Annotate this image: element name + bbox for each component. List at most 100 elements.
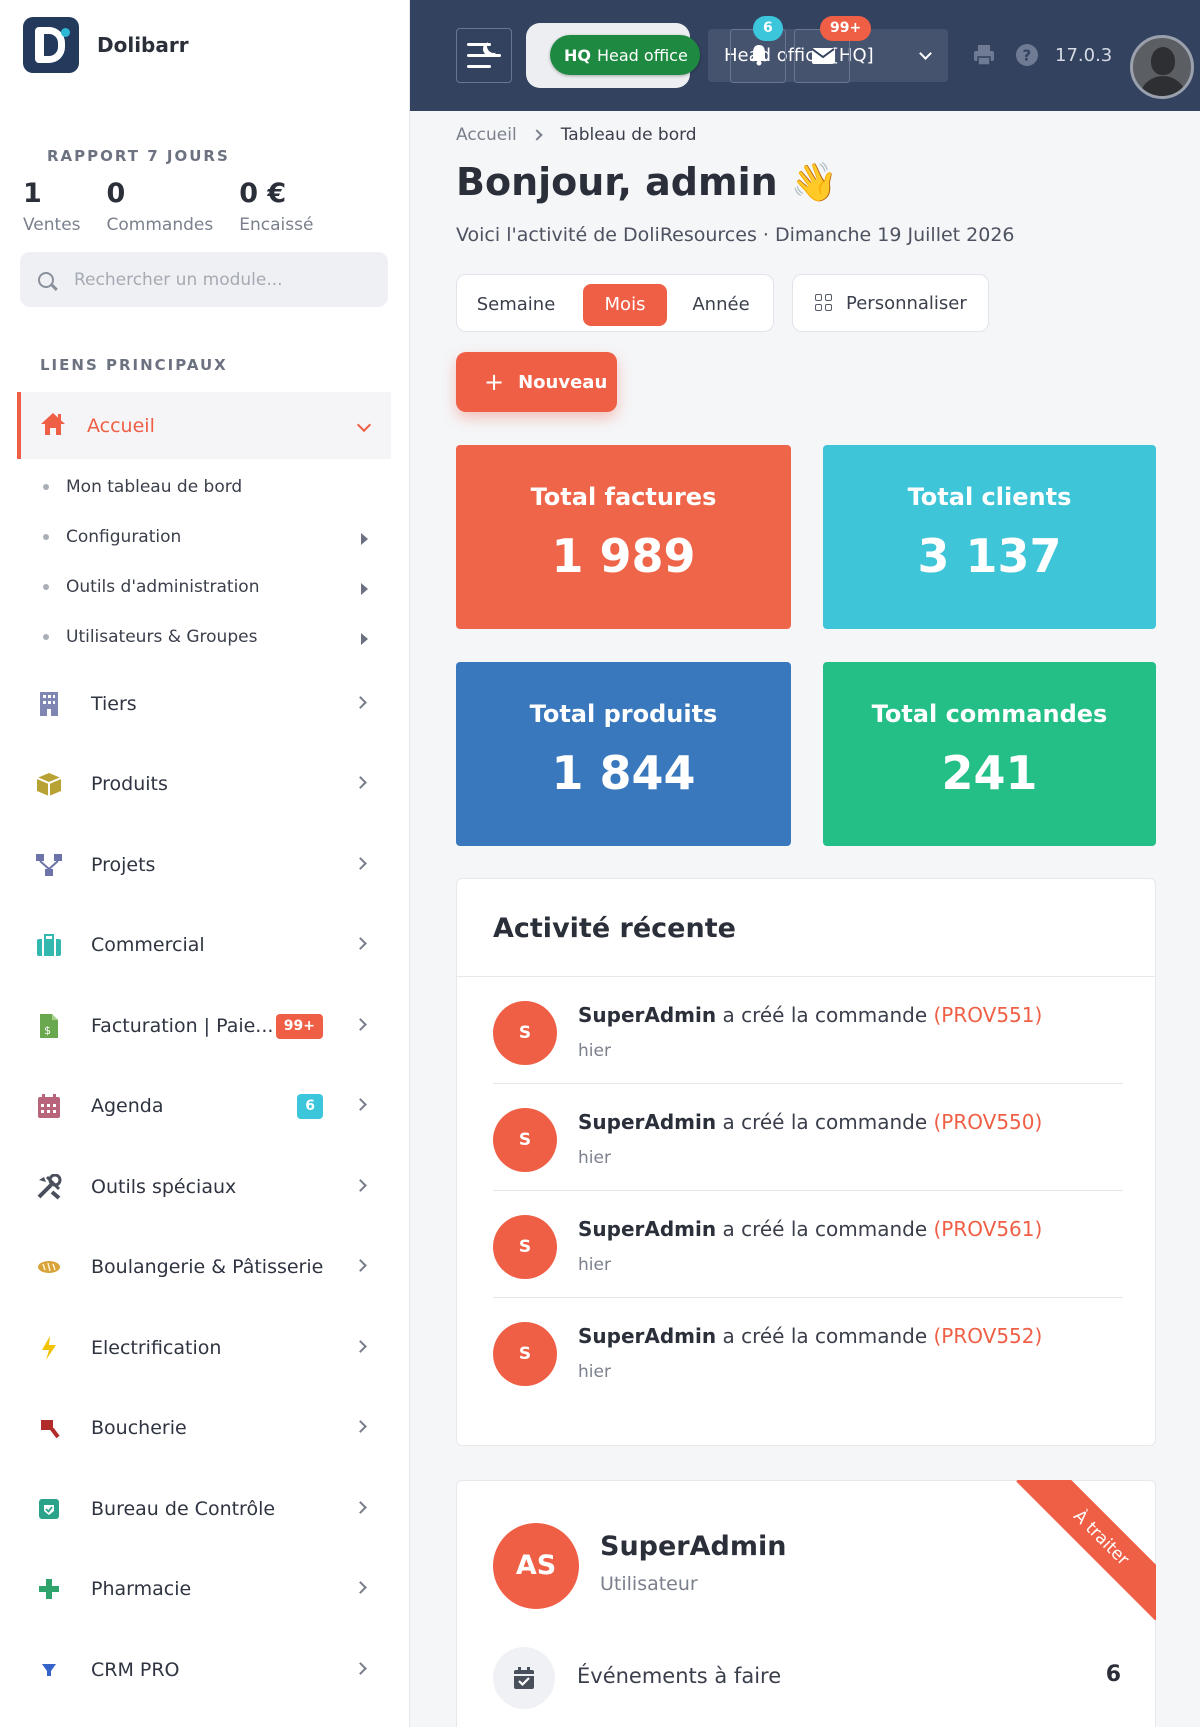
chevron-down-icon xyxy=(919,47,932,60)
period-semaine-button[interactable]: Semaine xyxy=(469,284,563,326)
todo-events-label[interactable]: Événements à faire xyxy=(577,1664,781,1688)
sidebar-item-bureau-controle[interactable]: Bureau de Contrôle xyxy=(35,1489,375,1529)
stat-label: Encaissé xyxy=(239,215,314,235)
chevron-right-icon xyxy=(354,1340,367,1353)
sidebar-item-label: Bureau de Contrôle xyxy=(91,1498,276,1520)
chevron-right-icon xyxy=(354,1501,367,1514)
sidebar-item-boulangerie[interactable]: Boulangerie & Pâtisserie xyxy=(35,1247,375,1287)
brand[interactable]: Dolibarr xyxy=(23,17,189,73)
subitem-label: Outils d'administration xyxy=(66,577,260,597)
sidebar-item-label: Pharmacie xyxy=(91,1578,192,1600)
sidebar-item-label: Facturation | Paie... xyxy=(91,1015,274,1037)
activity-ref-link[interactable]: (PROV561) xyxy=(934,1217,1043,1241)
sidebar-item-pharmacie[interactable]: Pharmacie xyxy=(35,1569,375,1609)
activity-text: SuperAdmin a créé la commande (PROV552) xyxy=(578,1324,1042,1348)
help-icon[interactable]: ? xyxy=(1015,43,1039,67)
subitem-configuration[interactable]: Configuration xyxy=(43,527,373,547)
sidebar-item-accueil[interactable]: Accueil xyxy=(17,392,391,459)
sidebar-item-label: Projets xyxy=(91,854,156,876)
sidebar-item-produits[interactable]: Produits xyxy=(35,764,375,804)
sidebar-item-outils-speciaux[interactable]: Outils spéciaux xyxy=(35,1167,375,1207)
breadcrumb-current: Tableau de bord xyxy=(560,125,697,145)
notifications-count-badge: 6 xyxy=(753,16,783,41)
tools-icon xyxy=(35,1173,63,1201)
stat-value: 0 xyxy=(106,178,126,209)
caret-right-icon xyxy=(361,533,368,545)
activity-item: S SuperAdmin a créé la commande (PROV550… xyxy=(493,1084,1123,1191)
activity-avatar: S xyxy=(493,1108,557,1172)
printer-icon[interactable] xyxy=(972,43,996,67)
stat-label: Ventes xyxy=(23,215,81,235)
version-label: 17.0.3 xyxy=(1055,45,1113,66)
new-button[interactable]: + Nouveau xyxy=(456,352,617,412)
sidebar-item-label: Outils spéciaux xyxy=(91,1176,237,1198)
svg-text:?: ? xyxy=(1023,47,1032,65)
entity-pill[interactable]: HQ Head office xyxy=(550,35,700,75)
calendar-check-icon xyxy=(493,1647,555,1709)
sidebar-item-crm-pro[interactable]: CRM PRO xyxy=(35,1650,375,1690)
sidebar-item-tiers[interactable]: Tiers xyxy=(35,684,375,724)
bullet-icon xyxy=(43,484,49,490)
chevron-right-icon xyxy=(354,857,367,870)
chevron-right-icon xyxy=(354,937,367,950)
sidebar-item-boucherie[interactable]: Boucherie xyxy=(35,1408,375,1448)
card-total-clients[interactable]: Total clients 3 137 xyxy=(823,445,1156,629)
subitem-label: Utilisateurs & Groupes xyxy=(66,627,258,647)
breadcrumb: Accueil Tableau de bord xyxy=(456,125,697,145)
top-header: HQ Head office Head office [HQ] 6 99+ ? … xyxy=(410,0,1200,111)
entity-switch[interactable]: HQ Head office xyxy=(526,23,700,88)
card-title: Total clients xyxy=(907,483,1072,511)
activity-item: S SuperAdmin a créé la commande (PROV551… xyxy=(493,977,1123,1084)
stat-encaisse: 0 € Encaissé xyxy=(239,178,313,235)
card-total-factures[interactable]: Total factures 1 989 xyxy=(456,445,791,629)
chevron-right-icon xyxy=(354,1581,367,1594)
sidebar-item-label: Boucherie xyxy=(91,1417,187,1439)
user-avatar[interactable] xyxy=(1130,35,1194,99)
customize-button[interactable]: Personnaliser xyxy=(792,274,989,332)
sidebar-item-commercial[interactable]: Commercial xyxy=(35,925,375,965)
sidebar-item-label: Commercial xyxy=(91,934,205,956)
agenda-count-badge: 6 xyxy=(297,1094,323,1119)
breadcrumb-home[interactable]: Accueil xyxy=(456,125,517,145)
svg-text:$: $ xyxy=(44,1024,51,1037)
stat-value: 1 xyxy=(23,178,42,209)
card-value: 1 989 xyxy=(551,529,696,583)
report-title: RAPPORT 7 JOURS xyxy=(47,147,230,165)
card-total-commandes[interactable]: Total commandes 241 xyxy=(823,662,1156,846)
period-annee-button[interactable]: Année xyxy=(679,284,763,326)
chevron-right-icon xyxy=(354,1420,367,1433)
stat-label: Commandes xyxy=(106,215,214,235)
sidebar-item-facturation[interactable]: $ Facturation | Paie... 99+ xyxy=(35,1006,375,1046)
chevron-right-icon xyxy=(354,776,367,789)
sidebar-item-electrification[interactable]: Electrification xyxy=(35,1328,375,1368)
activity-ref-link[interactable]: (PROV551) xyxy=(934,1003,1043,1027)
brand-name: Dolibarr xyxy=(97,33,189,57)
sidebar-item-agenda[interactable]: Agenda 6 xyxy=(35,1086,375,1126)
bell-icon xyxy=(750,45,768,66)
activity-ref-link[interactable]: (PROV550) xyxy=(934,1110,1043,1134)
menu-toggle-button[interactable] xyxy=(456,28,512,83)
activity-avatar: S xyxy=(493,1322,557,1386)
chevron-down-icon xyxy=(356,417,372,433)
caret-right-icon xyxy=(361,583,368,595)
card-total-produits[interactable]: Total produits 1 844 xyxy=(456,662,791,846)
search-input[interactable] xyxy=(74,269,374,290)
entity-code: HQ xyxy=(564,45,591,65)
activity-ref-link[interactable]: (PROV552) xyxy=(934,1324,1043,1348)
activity-action: a créé la commande xyxy=(716,1110,934,1134)
period-mois-button[interactable]: Mois xyxy=(583,284,667,326)
filter-icon xyxy=(35,1656,63,1684)
sidebar-item-label: Electrification xyxy=(91,1337,222,1359)
card-title: Total produits xyxy=(529,700,718,728)
activity-user: SuperAdmin xyxy=(578,1217,717,1241)
entity-label: Head office xyxy=(597,45,688,65)
card-value: 3 137 xyxy=(917,529,1062,583)
chevron-right-icon xyxy=(354,1259,367,1272)
sidebar-item-projets[interactable]: Projets xyxy=(35,845,375,885)
sitemap-icon xyxy=(35,851,63,879)
card-value: 1 844 xyxy=(551,746,696,800)
subitem-utilisateurs-groupes[interactable]: Utilisateurs & Groupes xyxy=(43,627,373,647)
subitem-outils-admin[interactable]: Outils d'administration xyxy=(43,577,373,597)
ribbon: À traiter xyxy=(1016,1480,1156,1620)
subitem-mon-tableau-de-bord[interactable]: Mon tableau de bord xyxy=(43,477,373,497)
